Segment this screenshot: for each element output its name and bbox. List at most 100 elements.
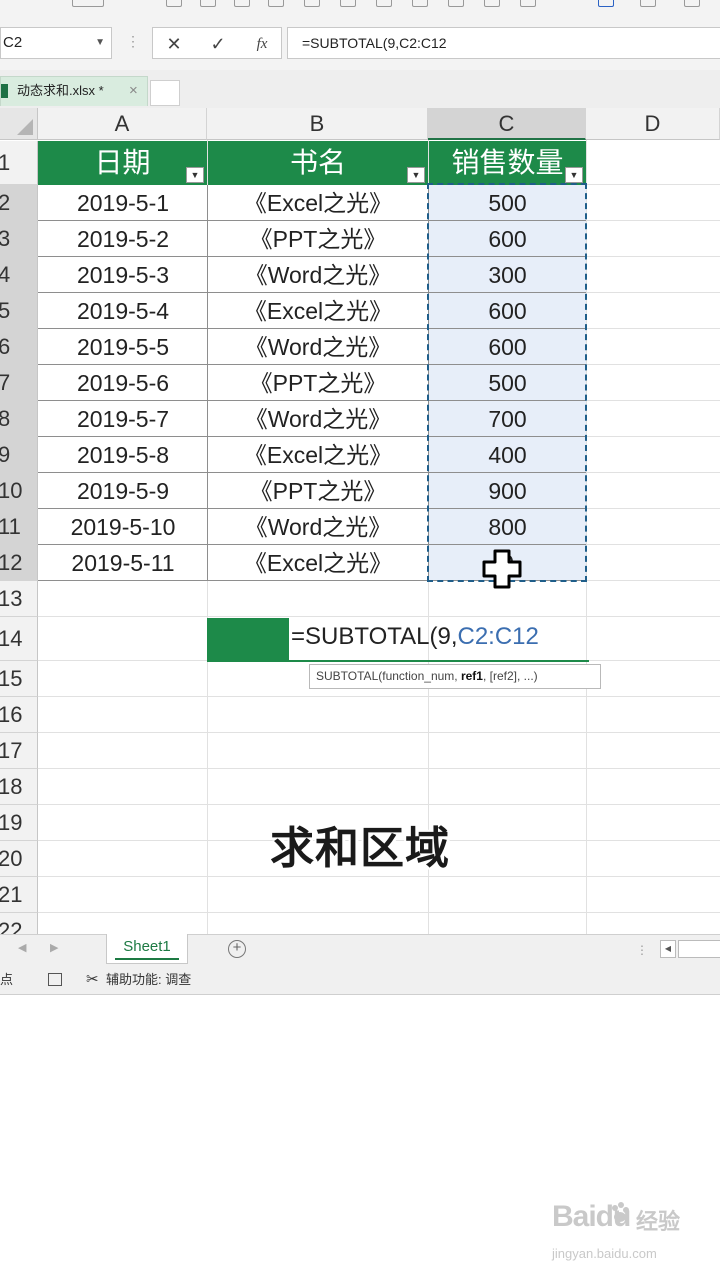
row-header-15[interactable]: 15	[0, 661, 38, 697]
insert-function-icon[interactable]: fx	[247, 31, 277, 57]
drag-handle-icon[interactable]: ⋮	[126, 33, 140, 50]
row-header-10[interactable]: 10	[0, 473, 38, 509]
date-cell[interactable]: 2019-5-6	[39, 365, 207, 401]
sheet-tab-bar: ◀ ▶ Sheet1 + ⋮ ◀	[0, 934, 720, 967]
toolbar-button-icon[interactable]	[166, 0, 182, 7]
row-header-3[interactable]: 3	[0, 221, 38, 257]
book-cell[interactable]: 《PPT之光》	[208, 473, 428, 509]
row-header-4[interactable]: 4	[0, 257, 38, 293]
row-header-21[interactable]: 21	[0, 877, 38, 913]
toolbar-button-icon[interactable]	[200, 0, 216, 7]
formula-reference: C2:C12	[457, 623, 539, 650]
row-header-12[interactable]: 12	[0, 545, 38, 581]
column-header-b[interactable]: B	[207, 108, 428, 140]
date-cell[interactable]: 2019-5-9	[39, 473, 207, 509]
book-cell[interactable]: 《PPT之光》	[208, 221, 428, 257]
toolbar-button-icon[interactable]	[72, 0, 104, 7]
date-cell[interactable]: 2019-5-2	[39, 221, 207, 257]
scroll-right-icon[interactable]: ▶	[50, 941, 58, 954]
select-all-button[interactable]	[0, 108, 38, 140]
add-sheet-icon[interactable]: +	[228, 940, 246, 958]
book-cell[interactable]: 《PPT之光》	[208, 365, 428, 401]
spreadsheet-grid[interactable]: ABCD 1 2 3 4 5 6 7 8 9 10 11 12 13 14 15 16 17 18 19 20 21 22…	[0, 108, 720, 934]
date-cell[interactable]: 2019-5-1	[39, 185, 207, 221]
horizontal-scrollbar[interactable]	[678, 940, 720, 958]
enter-icon[interactable]: ✓	[203, 31, 233, 57]
header-cell-label: 书名	[289, 147, 346, 178]
grid-hline	[38, 768, 720, 769]
window-button-icon[interactable]	[640, 0, 656, 7]
accessibility-icon[interactable]: ✂	[86, 966, 99, 994]
new-tab-button[interactable]	[150, 80, 180, 106]
row-header-7[interactable]: 7	[0, 365, 38, 401]
row-header-11[interactable]: 11	[0, 509, 38, 545]
scroll-left-icon[interactable]: ◀	[18, 941, 26, 954]
toolbar-button-icon[interactable]	[340, 0, 356, 7]
row-header-16[interactable]: 16	[0, 697, 38, 733]
toolbar-button-icon[interactable]	[484, 0, 500, 7]
row-header-5[interactable]: 5	[0, 293, 38, 329]
toolbar-button-icon[interactable]	[448, 0, 464, 7]
workbook-tab-label: 动态求和.xlsx *	[17, 83, 104, 98]
book-cell[interactable]: 《Excel之光》	[208, 293, 428, 329]
filter-dropdown-icon[interactable]: ▼	[407, 167, 425, 183]
row-header-14[interactable]: 14	[0, 617, 38, 661]
column-header-d[interactable]: D	[586, 108, 720, 140]
header-cell-book[interactable]: 书名 ▼	[208, 141, 428, 185]
header-cell-date[interactable]: 日期 ▼	[38, 141, 207, 185]
book-cell[interactable]: 《Word之光》	[208, 509, 428, 545]
chevron-down-icon[interactable]: ▼	[95, 28, 105, 58]
date-cell[interactable]: 2019-5-11	[39, 545, 207, 581]
row-header-13[interactable]: 13	[0, 581, 38, 617]
date-cell[interactable]: 2019-5-5	[39, 329, 207, 365]
date-cell[interactable]: 2019-5-4	[39, 293, 207, 329]
book-cell[interactable]: 《Word之光》	[208, 329, 428, 365]
drag-handle-icon[interactable]: ⋮	[636, 943, 648, 957]
window-button-icon[interactable]	[598, 0, 614, 7]
row-header-22[interactable]: 22	[0, 913, 38, 934]
book-cell[interactable]: 《Excel之光》	[208, 185, 428, 221]
book-cell[interactable]: 《Word之光》	[208, 257, 428, 293]
filter-dropdown-icon[interactable]: ▼	[565, 167, 583, 183]
name-box[interactable]: C2 ▼	[0, 27, 112, 59]
date-cell[interactable]: 2019-5-8	[39, 437, 207, 473]
toolbar-button-icon[interactable]	[304, 0, 320, 7]
quick-access-toolbar	[0, 0, 720, 20]
workbook-tab[interactable]: 动态求和.xlsx * ×	[0, 76, 148, 106]
book-cell[interactable]: 《Excel之光》	[208, 545, 428, 581]
row-header-6[interactable]: 6	[0, 329, 38, 365]
book-cell[interactable]: 《Excel之光》	[208, 437, 428, 473]
row-header-18[interactable]: 18	[0, 769, 38, 805]
row-header-8[interactable]: 8	[0, 401, 38, 437]
row-header-1[interactable]: 1	[0, 141, 38, 185]
toolbar-button-icon[interactable]	[520, 0, 536, 7]
accessibility-status[interactable]: 辅助功能: 调查	[106, 966, 191, 994]
book-cell[interactable]: 《Word之光》	[208, 401, 428, 437]
toolbar-button-icon[interactable]	[376, 0, 392, 7]
row-header-2[interactable]: 2	[0, 185, 38, 221]
date-cell[interactable]: 2019-5-10	[39, 509, 207, 545]
window-button-icon[interactable]	[684, 0, 700, 7]
macro-record-icon[interactable]	[48, 973, 62, 986]
grid-hline	[38, 616, 720, 617]
formula-input[interactable]: =SUBTOTAL(9,C2:C12	[287, 27, 720, 59]
toolbar-button-icon[interactable]	[234, 0, 250, 7]
date-cell[interactable]: 2019-5-7	[39, 401, 207, 437]
row-header-17[interactable]: 17	[0, 733, 38, 769]
header-cell-quantity[interactable]: 销售数量 ▼	[429, 141, 586, 185]
formula-prefix: =SUBTOTAL(9,	[291, 623, 458, 650]
sheet-tab[interactable]: Sheet1	[106, 934, 188, 964]
toolbar-button-icon[interactable]	[412, 0, 428, 7]
row-header-9[interactable]: 9	[0, 437, 38, 473]
scroll-left-button[interactable]: ◀	[660, 940, 676, 958]
filter-dropdown-icon[interactable]: ▼	[186, 167, 204, 183]
close-icon[interactable]: ×	[129, 77, 138, 105]
active-edit-cell[interactable]	[207, 618, 289, 662]
toolbar-button-icon[interactable]	[268, 0, 284, 7]
column-header-a[interactable]: A	[38, 108, 207, 140]
function-tooltip: SUBTOTAL(function_num, ref1, [ref2], ...…	[309, 664, 601, 689]
column-header-c[interactable]: C	[428, 108, 586, 140]
in-cell-formula[interactable]: =SUBTOTAL(9,C2:C12	[291, 623, 539, 651]
cancel-icon[interactable]: ✕	[159, 31, 189, 57]
date-cell[interactable]: 2019-5-3	[39, 257, 207, 293]
